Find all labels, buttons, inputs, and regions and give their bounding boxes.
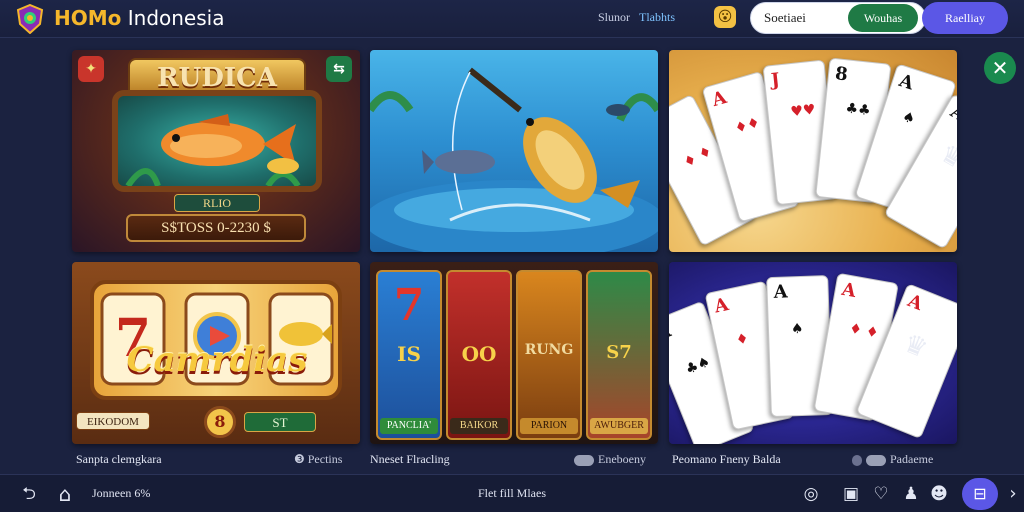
heart-icon[interactable]: ♡: [870, 484, 892, 504]
tile-caption-meta: Eneboeny: [574, 452, 646, 467]
reel-column: RUNG PARION: [516, 270, 582, 440]
reel-symbol: 7: [393, 280, 425, 331]
reel-label: BAIKOR: [450, 418, 508, 434]
close-icon[interactable]: ✕: [984, 52, 1016, 84]
reel-column: 7 IS PANCLIA': [376, 270, 442, 440]
home-icon[interactable]: ⌂: [54, 484, 76, 504]
game-tile-fish-slot[interactable]: RUDICA RLIO S$TOSS 0-2230 $ ✦ ⇆: [72, 50, 360, 252]
bottom-left-text[interactable]: Jonneen 6%: [92, 486, 150, 501]
target-icon[interactable]: ◎: [800, 484, 822, 504]
pin-icon: [852, 454, 862, 466]
slot-plate-left: EIKODOM: [76, 412, 150, 430]
game-tile-fishing[interactable]: [370, 50, 658, 252]
tile-plate-small: RLIO: [174, 194, 260, 212]
tile-caption: Peomano Fneny Balda: [672, 452, 781, 466]
tile-caption-meta-label: Eneboeny: [598, 452, 646, 466]
meta-link[interactable]: Tlabhts: [639, 10, 675, 24]
game-tile-cards-blue[interactable]: A ♣♠ A ♦ A ♠ A ♦ ♦ A ♛: [669, 262, 957, 444]
game-tile-slot-7[interactable]: 7 Camrdias EIKODOM 8 ST: [72, 262, 360, 444]
reel-label: PARION: [520, 418, 578, 434]
reel-label: PANCLIA': [380, 418, 438, 434]
gallery-icon[interactable]: ▣: [840, 484, 862, 504]
tile-caption-meta: ❸ Pectins: [294, 452, 343, 466]
coin-icon: 8: [204, 406, 236, 438]
top-bar: HOMo Indonesia Slunor Tlabhts 😮 Wouhas R…: [0, 0, 1024, 38]
reel-column: OO BAIKOR: [446, 270, 512, 440]
tile-caption-meta: Padaeme: [852, 452, 933, 467]
reel-label: AWUBGER: [590, 418, 648, 434]
reel-symbol: S7: [606, 342, 632, 363]
swap-icon[interactable]: ⇆: [326, 56, 352, 82]
emoji-face-icon[interactable]: ☻: [928, 484, 950, 504]
meta-text: Slunor: [598, 10, 631, 24]
tile-caption: Sanpta clemgkara: [76, 452, 162, 466]
top-meta: Slunor Tlabhts: [598, 10, 675, 25]
tile-caption: Nneset Flracling: [370, 452, 450, 466]
reel-column: S7 AWUBGER: [586, 270, 652, 440]
reel-symbol: RUNG: [524, 342, 574, 358]
brand-primary: HOMo: [54, 6, 122, 30]
chevron-right-icon[interactable]: ›: [1002, 484, 1024, 504]
tile-frame: [112, 90, 322, 192]
slot-title: Camrdias: [126, 340, 308, 380]
tile-plate-jackpot: S$TOSS 0-2230 $: [126, 214, 306, 242]
tile-caption-meta-label: Padaeme: [890, 452, 934, 466]
bottom-center-text[interactable]: Flet fill Mlaes: [478, 486, 546, 501]
brand-secondary: Indonesia: [127, 6, 225, 30]
toggle-icon[interactable]: [866, 454, 886, 466]
primary-action-button[interactable]: Raelliay: [922, 2, 1008, 34]
menu-button-icon[interactable]: ⊟: [962, 478, 998, 510]
brand-title[interactable]: HOMo Indonesia: [54, 6, 224, 30]
game-tile-cards-gold[interactable]: A♦ ♦ A♦♦ J♥♥ 8♣♣ A♠ A♛: [669, 50, 957, 252]
toggle-icon[interactable]: [574, 454, 594, 466]
shield-logo-icon[interactable]: [16, 4, 44, 34]
search-button[interactable]: Wouhas: [848, 4, 918, 32]
reel-symbol: OO: [461, 342, 497, 366]
back-icon[interactable]: ⮌: [18, 484, 40, 504]
user-icon[interactable]: ♟: [900, 484, 922, 504]
search-input[interactable]: [764, 9, 844, 27]
bottom-bar: ⮌ ⌂ Jonneen 6% Flet fill Mlaes ◎ ▣ ♡ ♟ ☻…: [0, 474, 1024, 512]
emoji-icon[interactable]: 😮: [714, 6, 736, 28]
reel-symbol-mid: IS: [397, 342, 421, 366]
game-tile-reels[interactable]: 7 IS PANCLIA' OO BAIKOR RUNG PARION S7 A…: [370, 262, 658, 444]
game-badge-icon: ✦: [78, 56, 104, 82]
fishing-illustration: [370, 67, 658, 252]
slot-plate-right: ST: [244, 412, 316, 432]
fish-illustration: [125, 114, 301, 188]
